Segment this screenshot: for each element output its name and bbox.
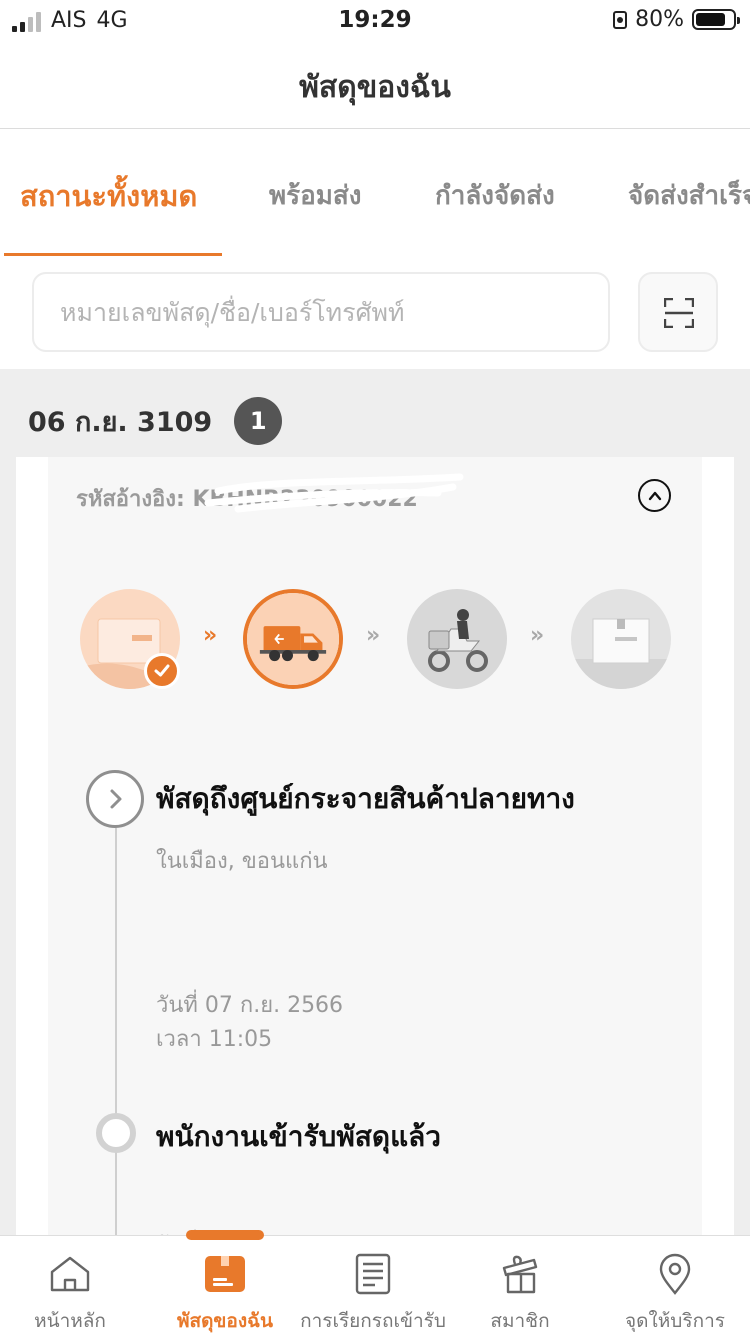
nav-member[interactable]: สมาชิก — [455, 1236, 585, 1334]
group-date: 06 ก.ย. 3109 — [28, 406, 213, 438]
completed-check-icon — [144, 653, 180, 689]
active-tab-underline — [4, 253, 222, 256]
event-date: วันที่ 07 ก.ย. 2566 — [156, 993, 344, 1018]
chevron-right-icon — [110, 789, 122, 809]
orientation-lock-icon — [613, 10, 628, 29]
page-title: พัสดุของฉัน — [299, 70, 451, 105]
gift-icon — [502, 1255, 538, 1294]
app-header: พัสดุของฉัน — [0, 40, 750, 129]
timeline-current-node[interactable] — [86, 770, 144, 828]
stage-delivered — [571, 589, 671, 689]
step-arrow-icon: » — [203, 623, 218, 648]
home-icon — [50, 1256, 90, 1292]
event-time: เวลา 11:05 — [156, 1027, 273, 1052]
document-icon — [355, 1253, 391, 1295]
truck-icon — [247, 593, 339, 685]
tab-delivered[interactable]: จัดส่งสำเร็จ — [628, 175, 750, 216]
event-title: พัสดุถึงศูนย์กระจายสินค้าปลายทาง — [156, 782, 575, 815]
parcel-list: 06 ก.ย. 3109 1 รหัสอ้างอิง: KBHNR2309000… — [0, 369, 750, 1235]
event-title: พนักงานเข้ารับพัสดุแล้ว — [156, 1120, 441, 1153]
delivered-box-icon — [571, 589, 671, 689]
nav-label: จุดให้บริการ — [625, 1310, 725, 1332]
nav-home[interactable]: หน้าหลัก — [0, 1236, 140, 1334]
battery-percent: 80% — [635, 7, 684, 32]
nav-service-points[interactable]: จุดให้บริการ — [600, 1236, 750, 1334]
nav-label: การเรียกรถเข้ารับ — [300, 1310, 446, 1332]
status-bar: AIS 4G 19:29 80% — [0, 0, 750, 40]
nav-label: พัสดุของฉัน — [176, 1310, 274, 1332]
parcel-icon — [205, 1256, 245, 1292]
collapse-button[interactable] — [638, 479, 671, 512]
nav-label: หน้าหลัก — [34, 1310, 106, 1332]
nav-label: สมาชิก — [490, 1310, 550, 1332]
nav-my-parcels[interactable]: พัสดุของฉัน — [155, 1236, 295, 1334]
status-right: 80% — [613, 7, 740, 32]
battery-fill — [696, 13, 725, 26]
battery-icon — [692, 9, 740, 30]
search-row — [0, 257, 750, 369]
event-location: ในเมือง, ขอนแก่น — [156, 849, 328, 874]
scan-icon — [664, 298, 694, 328]
redaction-scribble — [204, 473, 464, 513]
nav-pickup-request[interactable]: การเรียกรถเข้ารับ — [298, 1236, 448, 1334]
motorbike-courier-icon — [407, 589, 507, 689]
search-input[interactable] — [32, 272, 610, 352]
parcel-card[interactable]: รหัสอ้างอิง: KBHNR230900022 » » » พัสดุถ… — [48, 457, 702, 1235]
date-group-header: 06 ก.ย. 3109 1 — [28, 397, 283, 445]
tab-ready-to-ship[interactable]: พร้อมส่ง — [269, 175, 361, 216]
bottom-nav: หน้าหลัก พัสดุของฉัน การเรียกรถเข้ารับ ส… — [0, 1230, 750, 1334]
tab-all-status[interactable]: สถานะทั้งหมด — [20, 173, 197, 219]
tab-in-transit[interactable]: กำลังจัดส่ง — [435, 175, 555, 216]
step-arrow-icon: » — [366, 623, 381, 648]
step-arrow-icon: » — [530, 623, 545, 648]
location-pin-icon — [659, 1253, 691, 1295]
parcel-card-wrapper: รหัสอ้างอิง: KBHNR230900022 » » » พัสดุถ… — [16, 457, 734, 1235]
count-badge: 1 — [234, 397, 283, 445]
stage-out-for-delivery — [407, 589, 507, 689]
timeline-line — [115, 803, 117, 1235]
stage-truck-transit — [243, 589, 343, 689]
scan-button[interactable] — [638, 272, 718, 352]
status-tabs: สถานะทั้งหมด พร้อมส่ง กำลังจัดส่ง จัดส่ง… — [0, 129, 750, 257]
chevron-up-icon — [648, 491, 661, 500]
timeline-node — [96, 1113, 136, 1153]
